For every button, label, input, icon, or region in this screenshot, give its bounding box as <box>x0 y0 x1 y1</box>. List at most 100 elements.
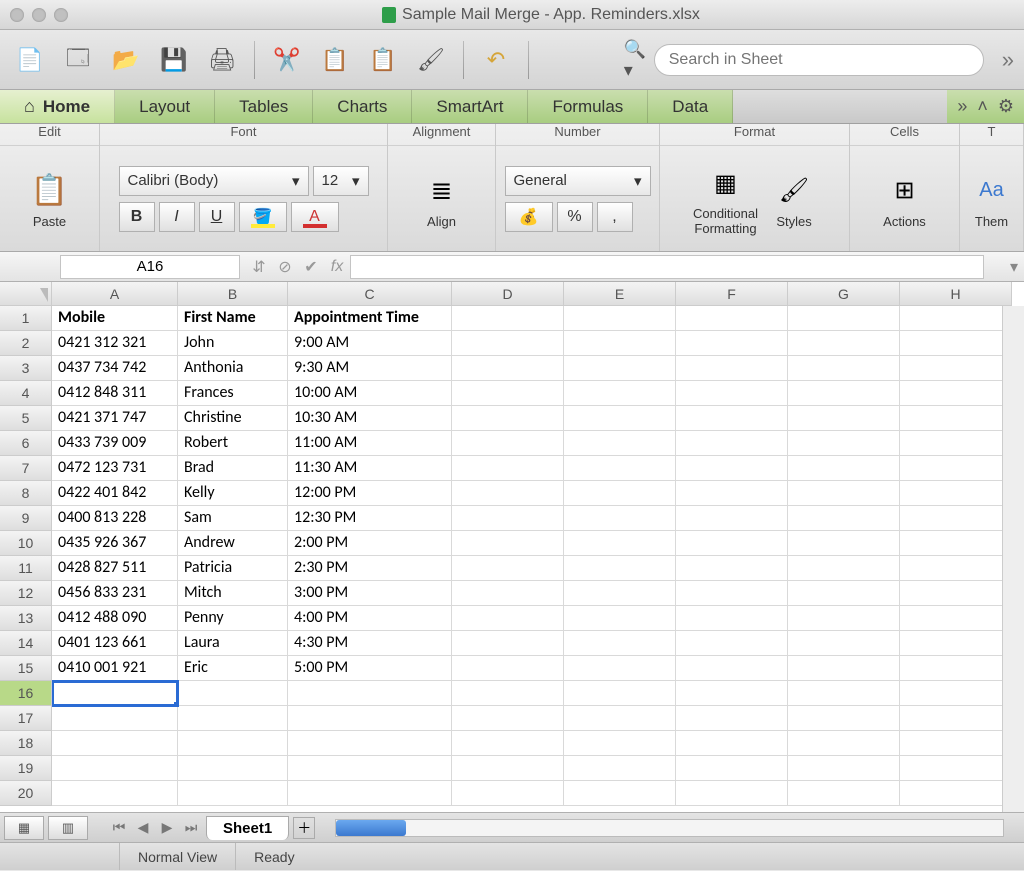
cell[interactable] <box>564 356 676 381</box>
cell[interactable] <box>52 681 178 706</box>
cell[interactable]: 3:00 PM <box>288 581 452 606</box>
font-color-button[interactable]: A <box>291 202 339 232</box>
cell[interactable] <box>676 556 788 581</box>
save-button[interactable]: 💾 <box>154 40 194 80</box>
cell[interactable] <box>452 656 564 681</box>
row-header[interactable]: 4 <box>0 381 52 406</box>
cell[interactable] <box>788 706 900 731</box>
cell[interactable] <box>900 381 1012 406</box>
row-header[interactable]: 14 <box>0 631 52 656</box>
row-header[interactable]: 5 <box>0 406 52 431</box>
cell[interactable] <box>788 331 900 356</box>
cell[interactable] <box>564 381 676 406</box>
cell[interactable] <box>676 756 788 781</box>
cell[interactable] <box>288 681 452 706</box>
cell[interactable]: 12:30 PM <box>288 506 452 531</box>
cell[interactable] <box>676 631 788 656</box>
cell[interactable] <box>676 481 788 506</box>
column-header[interactable]: G <box>788 282 900 306</box>
cell[interactable]: 11:30 AM <box>288 456 452 481</box>
add-sheet-button[interactable]: ＋ <box>293 817 315 839</box>
cell[interactable]: 9:30 AM <box>288 356 452 381</box>
cell[interactable] <box>900 456 1012 481</box>
row-header[interactable]: 10 <box>0 531 52 556</box>
cell[interactable] <box>564 306 676 331</box>
cell[interactable] <box>564 456 676 481</box>
cell[interactable] <box>900 731 1012 756</box>
cell[interactable] <box>452 531 564 556</box>
cell[interactable] <box>900 431 1012 456</box>
view-normal-button[interactable]: ▦ <box>4 816 44 840</box>
cell[interactable]: Andrew <box>178 531 288 556</box>
cell[interactable] <box>676 581 788 606</box>
sheet-tab[interactable]: Sheet1 <box>206 816 289 840</box>
cell[interactable] <box>564 731 676 756</box>
cell[interactable] <box>452 481 564 506</box>
cell[interactable] <box>452 631 564 656</box>
cell[interactable]: 2:00 PM <box>288 531 452 556</box>
tab-formulas[interactable]: Formulas <box>528 90 648 123</box>
cell[interactable] <box>676 381 788 406</box>
ribbon-overflow-icon[interactable]: » <box>957 96 967 117</box>
actions-button[interactable]: ⊞ Actions <box>879 164 931 233</box>
cancel-formula-icon[interactable]: ⊘ <box>272 255 298 279</box>
row-header[interactable]: 6 <box>0 431 52 456</box>
column-header[interactable]: F <box>676 282 788 306</box>
row-header[interactable]: 1 <box>0 306 52 331</box>
row-header[interactable]: 20 <box>0 781 52 806</box>
cell[interactable] <box>900 631 1012 656</box>
cell[interactable] <box>52 756 178 781</box>
cell[interactable] <box>452 406 564 431</box>
vertical-scrollbar[interactable] <box>1002 306 1024 812</box>
cell[interactable]: 0410 001 921 <box>52 656 178 681</box>
undo-button[interactable]: ↶ <box>476 40 516 80</box>
prev-sheet-icon[interactable]: ◀ <box>132 817 154 839</box>
row-headers[interactable]: 1234567891011121314151617181920 <box>0 306 52 806</box>
tab-smartart[interactable]: SmartArt <box>412 90 528 123</box>
template-button[interactable]: 🗔 <box>58 40 98 80</box>
row-header[interactable]: 9 <box>0 506 52 531</box>
font-size-combo[interactable]: 12▾ <box>313 166 369 196</box>
cell-grid[interactable]: MobileFirst NameAppointment Time0421 312… <box>52 306 1012 806</box>
cell[interactable] <box>900 656 1012 681</box>
cell[interactable]: 0437 734 742 <box>52 356 178 381</box>
cell[interactable] <box>788 356 900 381</box>
cell[interactable] <box>788 431 900 456</box>
conditional-formatting-button[interactable]: ▦ Conditional Formatting <box>689 157 762 240</box>
format-painter-button[interactable]: 🖌 <box>411 40 451 80</box>
cell[interactable] <box>676 306 788 331</box>
cell[interactable]: 0421 371 747 <box>52 406 178 431</box>
number-format-combo[interactable]: General▾ <box>505 166 651 196</box>
search-input[interactable] <box>654 44 984 76</box>
formula-input[interactable] <box>350 255 984 279</box>
cell[interactable]: Mobile <box>52 306 178 331</box>
cell[interactable]: Christine <box>178 406 288 431</box>
cell[interactable] <box>178 756 288 781</box>
cell[interactable]: Laura <box>178 631 288 656</box>
cell[interactable]: 0422 401 842 <box>52 481 178 506</box>
row-header[interactable]: 13 <box>0 606 52 631</box>
cell[interactable]: Anthonia <box>178 356 288 381</box>
cell[interactable] <box>900 681 1012 706</box>
cell[interactable] <box>564 406 676 431</box>
cell[interactable]: 0401 123 661 <box>52 631 178 656</box>
next-sheet-icon[interactable]: ▶ <box>156 817 178 839</box>
cell[interactable] <box>452 706 564 731</box>
cut-button[interactable]: ✂️ <box>267 40 307 80</box>
cell[interactable] <box>564 681 676 706</box>
column-header[interactable]: D <box>452 282 564 306</box>
cell[interactable] <box>676 531 788 556</box>
cell[interactable] <box>452 331 564 356</box>
cell[interactable] <box>452 431 564 456</box>
formula-dropdown-icon[interactable]: ▾ <box>1004 257 1024 277</box>
cell[interactable]: 0435 926 367 <box>52 531 178 556</box>
cell[interactable] <box>788 681 900 706</box>
cell[interactable] <box>564 481 676 506</box>
cell[interactable] <box>788 556 900 581</box>
cell[interactable] <box>178 681 288 706</box>
horizontal-scrollbar[interactable] <box>335 819 1004 837</box>
select-all-corner[interactable] <box>0 282 52 306</box>
row-header[interactable]: 18 <box>0 731 52 756</box>
cell[interactable] <box>788 781 900 806</box>
cell[interactable] <box>788 481 900 506</box>
